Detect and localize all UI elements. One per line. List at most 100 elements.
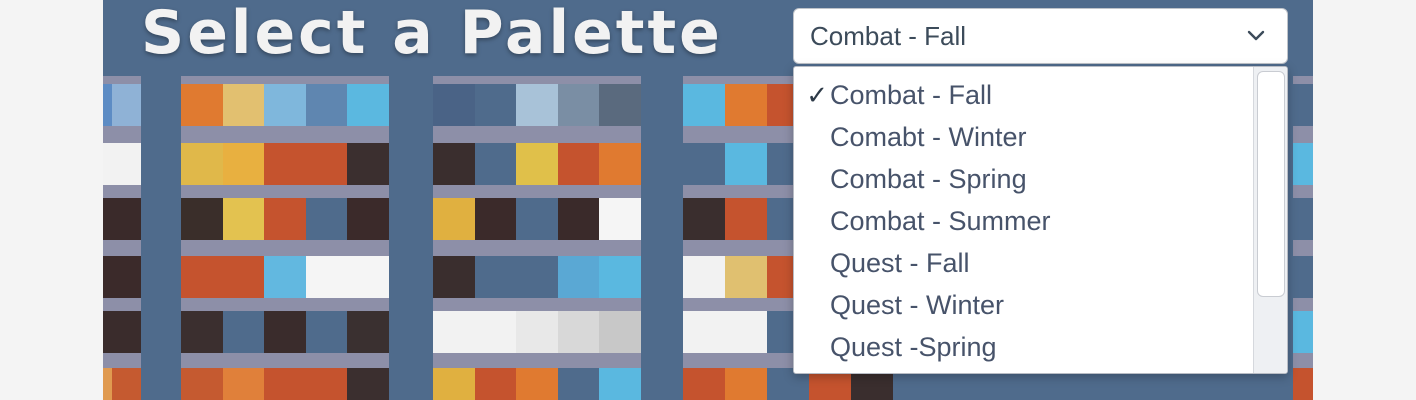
color-swatch	[516, 311, 558, 353]
palette-row	[181, 198, 389, 240]
color-swatch	[222, 311, 265, 353]
dropdown-option[interactable]: ✓ Combat - Fall	[794, 74, 1252, 116]
color-swatch	[103, 84, 112, 126]
palette-card[interactable]	[103, 76, 141, 400]
palette-row	[1293, 143, 1313, 185]
color-swatch	[683, 143, 725, 185]
palette-row	[181, 311, 389, 353]
color-swatch	[683, 256, 725, 298]
color-swatch	[1293, 311, 1313, 353]
palette-row	[1293, 368, 1313, 400]
color-swatch	[112, 84, 141, 126]
color-swatch	[557, 311, 600, 353]
color-swatch	[725, 311, 767, 353]
color-swatch	[683, 368, 725, 400]
color-swatch	[599, 311, 641, 353]
dropdown-option-label: Quest -Spring	[830, 331, 997, 362]
color-swatch	[433, 84, 475, 126]
color-swatch	[112, 256, 141, 298]
color-swatch	[181, 311, 223, 353]
color-swatch	[516, 84, 558, 126]
color-swatch	[725, 256, 767, 298]
color-swatch	[305, 311, 348, 353]
color-swatch	[516, 143, 558, 185]
color-swatch	[112, 368, 141, 400]
dropdown-option[interactable]: Comabt - Winter	[794, 116, 1252, 158]
color-swatch	[557, 368, 600, 400]
color-swatch	[474, 143, 517, 185]
color-swatch	[474, 198, 517, 240]
palette-row	[103, 143, 141, 185]
color-swatch	[599, 84, 641, 126]
palette-card[interactable]	[1293, 76, 1313, 400]
dropdown-option-label: Quest - Fall	[830, 247, 970, 278]
checkmark-icon: ✓	[806, 79, 828, 110]
chevron-down-icon	[1247, 30, 1265, 41]
palette-row	[433, 84, 641, 126]
dropdown-option[interactable]: Quest - Winter	[794, 284, 1252, 326]
color-swatch	[683, 84, 725, 126]
color-swatch	[347, 143, 389, 185]
color-swatch	[222, 368, 265, 400]
dropdown-scrollbar-thumb[interactable]	[1257, 71, 1285, 297]
color-swatch	[264, 198, 306, 240]
color-swatch	[347, 256, 389, 298]
color-swatch	[474, 256, 517, 298]
color-swatch	[433, 311, 475, 353]
color-swatch	[1293, 198, 1313, 240]
color-swatch	[557, 143, 600, 185]
color-swatch	[516, 256, 558, 298]
dropdown-option-label: Quest - Winter	[830, 289, 1005, 320]
dropdown-option[interactable]: Quest -Spring	[794, 326, 1252, 368]
color-swatch	[222, 143, 265, 185]
color-swatch	[305, 256, 348, 298]
dropdown-option[interactable]: Combat - Summer	[794, 200, 1252, 242]
color-swatch	[683, 198, 725, 240]
color-swatch	[347, 368, 389, 400]
color-swatch	[347, 311, 389, 353]
color-swatch	[103, 256, 112, 298]
dropdown-option-label: Combat - Spring	[830, 163, 1027, 194]
color-swatch	[557, 198, 600, 240]
palette-row	[103, 84, 141, 126]
color-swatch	[599, 256, 641, 298]
dropdown-option-label: Comabt - Winter	[830, 121, 1027, 152]
palette-select[interactable]: Combat - Fall	[793, 8, 1288, 64]
color-swatch	[181, 368, 223, 400]
color-swatch	[103, 143, 112, 185]
color-swatch	[725, 198, 767, 240]
color-swatch	[264, 311, 306, 353]
color-swatch	[264, 84, 306, 126]
color-swatch	[103, 198, 112, 240]
color-swatch	[103, 368, 112, 400]
color-swatch	[599, 368, 641, 400]
color-swatch	[557, 84, 600, 126]
color-swatch	[725, 368, 767, 400]
color-swatch	[181, 256, 223, 298]
palette-row	[1293, 311, 1313, 353]
dropdown-option-label: Combat - Fall	[830, 79, 993, 110]
color-swatch	[1293, 84, 1313, 126]
color-swatch	[725, 143, 767, 185]
color-swatch	[264, 368, 306, 400]
palette-row	[181, 368, 389, 400]
color-swatch	[683, 311, 725, 353]
palette-select-value: Combat - Fall	[810, 20, 967, 51]
color-swatch	[516, 368, 558, 400]
palette-card[interactable]	[181, 76, 389, 400]
color-swatch	[1293, 256, 1313, 298]
color-swatch	[305, 368, 348, 400]
color-swatch	[474, 368, 517, 400]
color-swatch	[433, 256, 475, 298]
palette-row	[433, 143, 641, 185]
color-swatch	[347, 84, 389, 126]
palette-row	[181, 84, 389, 126]
color-swatch	[305, 84, 348, 126]
color-swatch	[181, 84, 223, 126]
dropdown-scrollbar[interactable]	[1253, 67, 1287, 373]
color-swatch	[1293, 143, 1313, 185]
dropdown-option[interactable]: Quest - Fall	[794, 242, 1252, 284]
palette-card[interactable]	[433, 76, 641, 400]
color-swatch	[264, 256, 306, 298]
dropdown-option[interactable]: Combat - Spring	[794, 158, 1252, 200]
